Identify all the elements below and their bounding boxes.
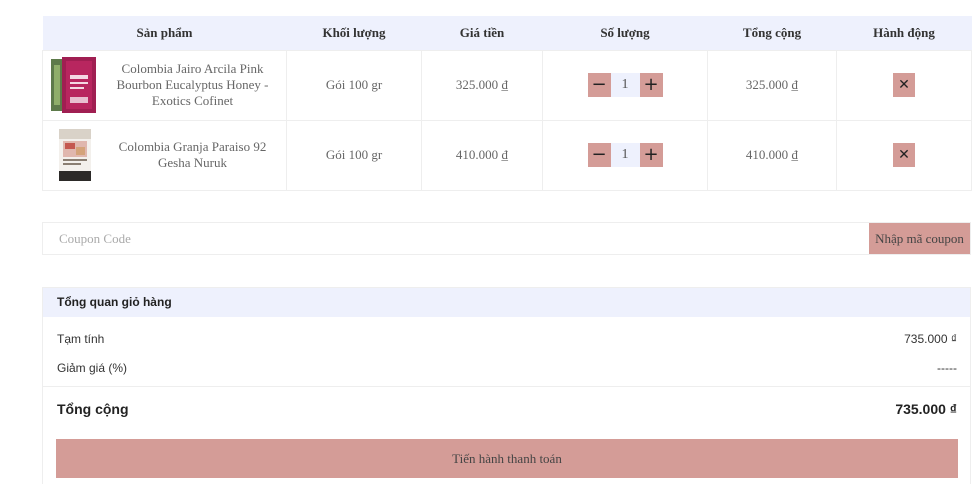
product-cell: Colombia Jairo Arcila Pink Bourbon Eucal… — [42, 49, 287, 121]
total-cell: 325.000 ₫ — [707, 49, 837, 121]
quantity-cell: − 1 + — [542, 49, 708, 121]
header-total: Tổng cộng — [707, 16, 837, 50]
checkout-button[interactable]: Tiến hành thanh toán — [56, 439, 958, 478]
weight-cell: Gói 100 gr — [286, 119, 422, 191]
header-action: Hành động — [836, 16, 972, 50]
total-label: Tổng cộng — [57, 401, 129, 417]
summary-divider — [43, 386, 970, 387]
subtotal-label: Tạm tính — [57, 332, 105, 346]
header-price: Giá tiền — [421, 16, 543, 50]
header-quantity: Số lượng — [542, 16, 708, 50]
quantity-cell: − 1 + — [542, 119, 708, 191]
table-row: Colombia Jairo Arcila Pink Bourbon Eucal… — [42, 49, 972, 121]
header-product: Sản phẩm — [42, 16, 287, 50]
quantity-value[interactable]: 1 — [610, 73, 640, 97]
weight-cell: Gói 100 gr — [286, 49, 422, 121]
total-row: Tổng cộng 735.000 ₫ — [43, 400, 970, 418]
cart-summary: Tổng quan giỏ hàng Tạm tính 735.000 ₫ Gi… — [42, 287, 971, 484]
header-weight: Khối lượng — [286, 16, 422, 50]
product-image[interactable] — [51, 127, 97, 183]
decrease-quantity-button[interactable]: − — [587, 73, 611, 97]
table-row: Colombia Granja Paraiso 92 Gesha Nuruk G… — [42, 119, 972, 191]
coffee-bag-image-pink — [51, 57, 96, 113]
cart-table: Sản phẩm Khối lượng Giá tiền Số lượng Tổ… — [42, 16, 972, 191]
discount-row: Giảm giá (%) ----- — [43, 361, 970, 375]
summary-title: Tổng quan giỏ hàng — [43, 288, 970, 317]
action-cell: ✕ — [836, 119, 972, 191]
increase-quantity-button[interactable]: + — [639, 73, 663, 97]
coupon-code-input[interactable] — [43, 223, 869, 254]
quantity-stepper: − 1 + — [587, 73, 663, 97]
product-name[interactable]: Colombia Granja Paraiso 92 Gesha Nuruk — [97, 139, 280, 171]
quantity-stepper: − 1 + — [587, 143, 663, 167]
price-cell: 410.000 ₫ — [421, 119, 543, 191]
increase-quantity-button[interactable]: + — [639, 143, 663, 167]
discount-label: Giảm giá (%) — [57, 361, 128, 375]
subtotal-value: 735.000 ₫ — [904, 332, 957, 346]
action-cell: ✕ — [836, 49, 972, 121]
coffee-bag-image-white — [59, 129, 91, 181]
total-cell: 410.000 ₫ — [707, 119, 837, 191]
price-cell: 325.000 ₫ — [421, 49, 543, 121]
decrease-quantity-button[interactable]: − — [587, 143, 611, 167]
table-header-row: Sản phẩm Khối lượng Giá tiền Số lượng Tổ… — [42, 16, 972, 50]
subtotal-row: Tạm tính 735.000 ₫ — [43, 332, 970, 346]
discount-value: ----- — [937, 361, 957, 375]
apply-coupon-button[interactable]: Nhập mã coupon — [869, 223, 970, 254]
coupon-form: Nhập mã coupon — [42, 222, 971, 255]
total-value: 735.000 ₫ — [895, 401, 957, 417]
quantity-value[interactable]: 1 — [610, 143, 640, 167]
product-image[interactable] — [51, 57, 97, 113]
remove-item-button[interactable]: ✕ — [893, 143, 915, 167]
remove-item-button[interactable]: ✕ — [893, 73, 915, 97]
product-cell: Colombia Granja Paraiso 92 Gesha Nuruk — [42, 119, 287, 191]
product-name[interactable]: Colombia Jairo Arcila Pink Bourbon Eucal… — [97, 61, 280, 109]
